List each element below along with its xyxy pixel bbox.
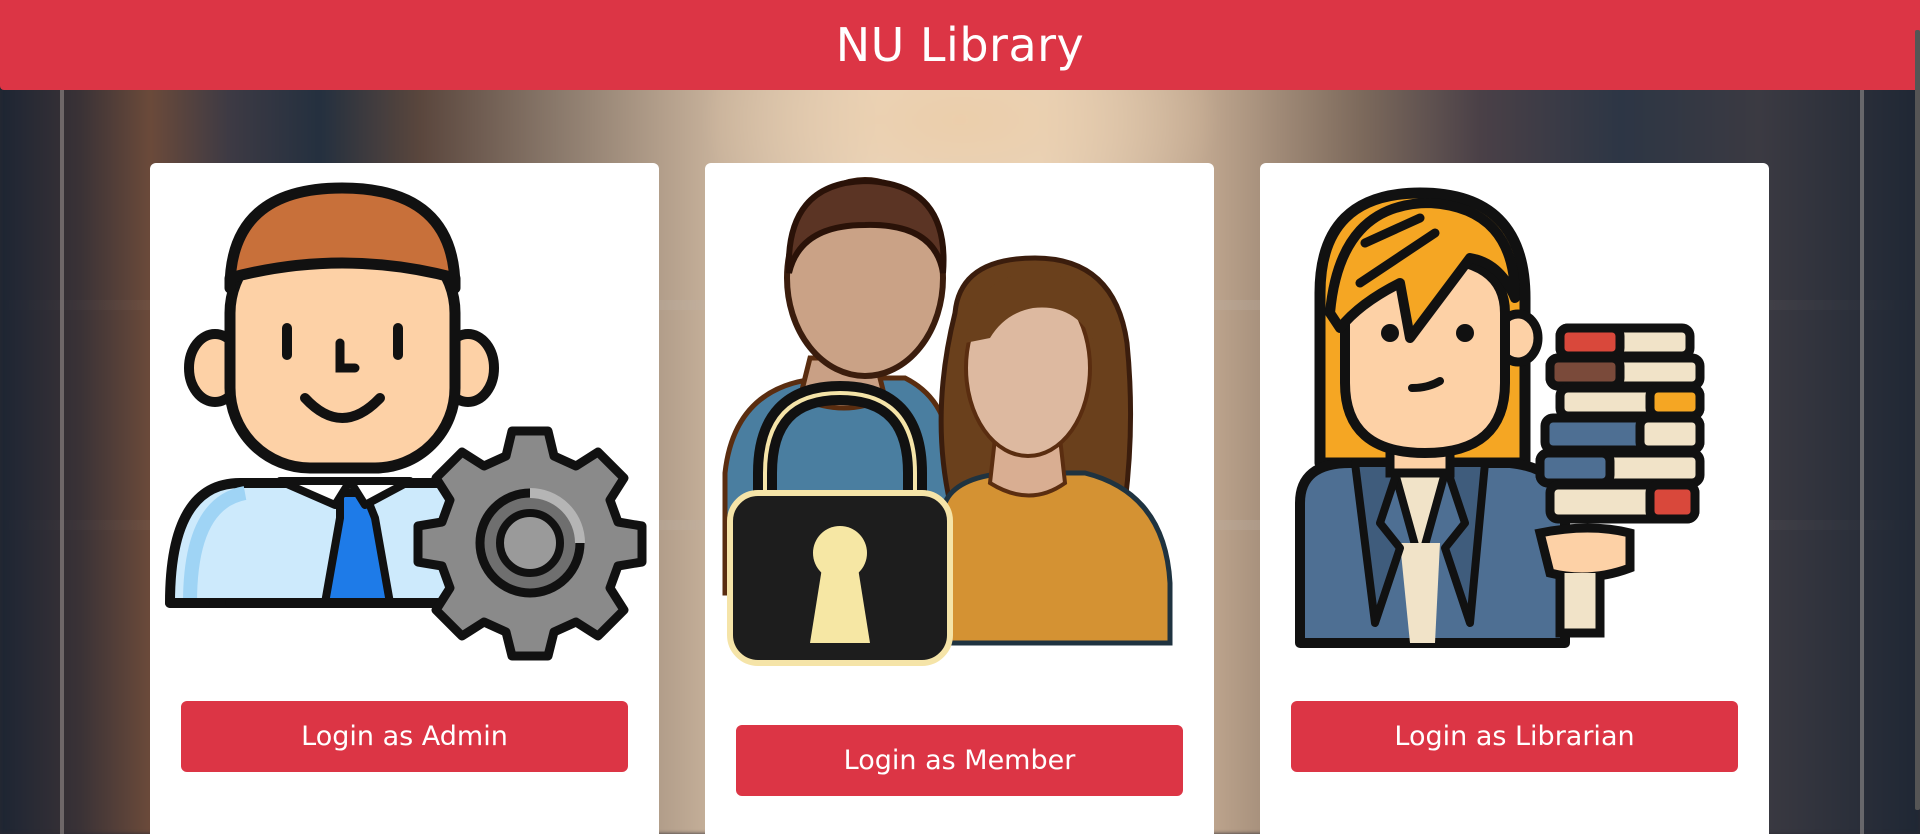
login-admin-button[interactable]: Login as Admin <box>181 701 628 772</box>
librarian-card: Login as Librarian <box>1260 163 1769 834</box>
members-with-padlock-icon <box>722 177 1173 666</box>
admin-card: Login as Admin <box>150 163 659 834</box>
admin-with-gear-icon <box>165 182 647 661</box>
login-member-button[interactable]: Login as Member <box>736 725 1183 796</box>
app-title: NU Library <box>835 18 1085 72</box>
member-card: Login as Member <box>705 163 1214 834</box>
login-librarian-button[interactable]: Login as Librarian <box>1291 701 1738 772</box>
page-scrollbar[interactable] <box>1915 30 1920 810</box>
background-shelf-post <box>1860 90 1864 834</box>
app-header: NU Library <box>0 0 1920 90</box>
librarian-with-books-icon <box>1295 187 1705 648</box>
background-shelf-post <box>60 90 64 834</box>
